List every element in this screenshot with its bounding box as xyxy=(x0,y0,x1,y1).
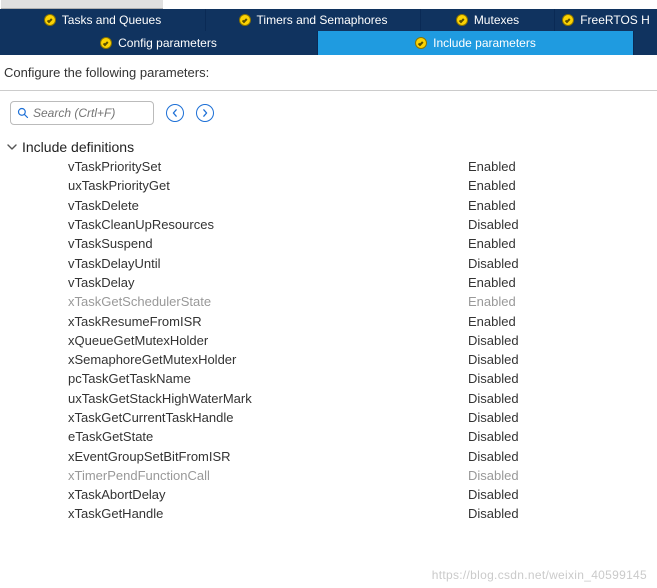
param-row[interactable]: vTaskCleanUpResourcesDisabled xyxy=(68,215,645,234)
param-value[interactable]: Disabled xyxy=(468,429,519,444)
tab-row-primary: Tasks and Queues Timers and Semaphores M… xyxy=(0,9,657,31)
chevron-down-icon xyxy=(6,139,18,155)
tab-timers-semaphores[interactable]: Timers and Semaphores xyxy=(206,9,421,31)
param-name: xSemaphoreGetMutexHolder xyxy=(68,352,468,367)
tab-label: FreeRTOS H xyxy=(580,9,650,31)
status-dot-icon xyxy=(456,14,468,26)
param-value[interactable]: Disabled xyxy=(468,256,519,271)
param-name: xTaskAbortDelay xyxy=(68,487,468,502)
toolbar-placeholder xyxy=(1,0,163,9)
param-name: uxTaskPriorityGet xyxy=(68,178,468,193)
search-bar xyxy=(0,91,657,129)
param-name: xTaskGetCurrentTaskHandle xyxy=(68,410,468,425)
param-row[interactable]: vTaskDelayEnabled xyxy=(68,273,645,292)
param-row[interactable]: xSemaphoreGetMutexHolderDisabled xyxy=(68,350,645,369)
param-row[interactable]: vTaskDeleteEnabled xyxy=(68,196,645,215)
param-name: uxTaskGetStackHighWaterMark xyxy=(68,391,468,406)
status-dot-icon xyxy=(44,14,56,26)
param-name: pcTaskGetTaskName xyxy=(68,371,468,386)
param-name: vTaskDelay xyxy=(68,275,468,290)
param-value[interactable]: Enabled xyxy=(468,275,516,290)
tab-overflow[interactable] xyxy=(634,31,657,55)
param-row[interactable]: vTaskDelayUntilDisabled xyxy=(68,253,645,272)
parameter-list: vTaskPrioritySetEnableduxTaskPriorityGet… xyxy=(6,157,657,524)
param-value[interactable]: Disabled xyxy=(468,487,519,502)
tab-label: Config parameters xyxy=(118,31,217,55)
param-name: xQueueGetMutexHolder xyxy=(68,333,468,348)
search-next-button[interactable] xyxy=(196,104,214,122)
param-value[interactable]: Disabled xyxy=(468,352,519,367)
param-row[interactable]: xTaskResumeFromISREnabled xyxy=(68,311,645,330)
param-row[interactable]: vTaskSuspendEnabled xyxy=(68,234,645,253)
param-value[interactable]: Disabled xyxy=(468,391,519,406)
search-input[interactable] xyxy=(29,105,147,121)
parameter-tree: Include definitions vTaskPrioritySetEnab… xyxy=(0,129,657,524)
tab-row-secondary: Config parameters Include parameters xyxy=(0,31,657,55)
param-name: vTaskPrioritySet xyxy=(68,159,468,174)
param-value[interactable]: Enabled xyxy=(468,198,516,213)
param-row[interactable]: vTaskPrioritySetEnabled xyxy=(68,157,645,176)
tab-config-parameters[interactable]: Config parameters xyxy=(0,31,318,55)
param-row[interactable]: eTaskGetStateDisabled xyxy=(68,427,645,446)
param-value[interactable]: Enabled xyxy=(468,178,516,193)
tab-tasks-queues[interactable]: Tasks and Queues xyxy=(0,9,206,31)
param-name: vTaskDelete xyxy=(68,198,468,213)
tab-label: Mutexes xyxy=(474,9,519,31)
param-value[interactable]: Enabled xyxy=(468,159,516,174)
param-row[interactable]: xTimerPendFunctionCallDisabled xyxy=(68,466,645,485)
status-dot-icon xyxy=(562,14,574,26)
search-prev-button[interactable] xyxy=(166,104,184,122)
param-row[interactable]: xEventGroupSetBitFromISRDisabled xyxy=(68,446,645,465)
chevron-left-icon xyxy=(171,109,179,117)
param-value[interactable]: Disabled xyxy=(468,217,519,232)
status-dot-icon xyxy=(100,37,112,49)
status-dot-icon xyxy=(239,14,251,26)
param-value[interactable]: Enabled xyxy=(468,236,516,251)
search-icon xyxy=(17,107,29,119)
param-name: vTaskCleanUpResources xyxy=(68,217,468,232)
param-row[interactable]: xTaskAbortDelayDisabled xyxy=(68,485,645,504)
param-value[interactable]: Disabled xyxy=(468,371,519,386)
param-name: eTaskGetState xyxy=(68,429,468,444)
param-row[interactable]: uxTaskPriorityGetEnabled xyxy=(68,176,645,195)
chevron-right-icon xyxy=(201,109,209,117)
param-value[interactable]: Disabled xyxy=(468,333,519,348)
param-name: xTaskGetSchedulerState xyxy=(68,294,468,309)
param-value[interactable]: Disabled xyxy=(468,410,519,425)
status-dot-icon xyxy=(415,37,427,49)
group-include-definitions[interactable]: Include definitions xyxy=(6,137,657,157)
param-name: xEventGroupSetBitFromISR xyxy=(68,449,468,464)
tab-mutexes[interactable]: Mutexes xyxy=(421,9,555,31)
param-value[interactable]: Enabled xyxy=(468,314,516,329)
param-row[interactable]: xTaskGetHandleDisabled xyxy=(68,504,645,523)
param-name: xTaskGetHandle xyxy=(68,506,468,521)
param-name: vTaskDelayUntil xyxy=(68,256,468,271)
search-field[interactable] xyxy=(10,101,154,125)
param-value[interactable]: Disabled xyxy=(468,449,519,464)
param-value[interactable]: Disabled xyxy=(468,506,519,521)
tab-label: Timers and Semaphores xyxy=(257,9,388,31)
tab-label: Include parameters xyxy=(433,31,536,55)
watermark: https://blog.csdn.net/weixin_40599145 xyxy=(432,568,647,582)
tab-freertos-heap[interactable]: FreeRTOS H xyxy=(555,9,657,31)
param-row[interactable]: pcTaskGetTaskNameDisabled xyxy=(68,369,645,388)
param-value[interactable]: Enabled xyxy=(468,294,516,309)
param-row[interactable]: xTaskGetSchedulerStateEnabled xyxy=(68,292,645,311)
param-name: xTimerPendFunctionCall xyxy=(68,468,468,483)
param-row[interactable]: xQueueGetMutexHolderDisabled xyxy=(68,331,645,350)
param-row[interactable]: xTaskGetCurrentTaskHandleDisabled xyxy=(68,408,645,427)
tab-label: Tasks and Queues xyxy=(62,9,161,31)
param-value[interactable]: Disabled xyxy=(468,468,519,483)
param-name: xTaskResumeFromISR xyxy=(68,314,468,329)
panel-description: Configure the following parameters: xyxy=(0,55,657,91)
param-name: vTaskSuspend xyxy=(68,236,468,251)
tab-include-parameters[interactable]: Include parameters xyxy=(318,31,634,55)
group-title: Include definitions xyxy=(22,139,134,155)
param-row[interactable]: uxTaskGetStackHighWaterMarkDisabled xyxy=(68,389,645,408)
